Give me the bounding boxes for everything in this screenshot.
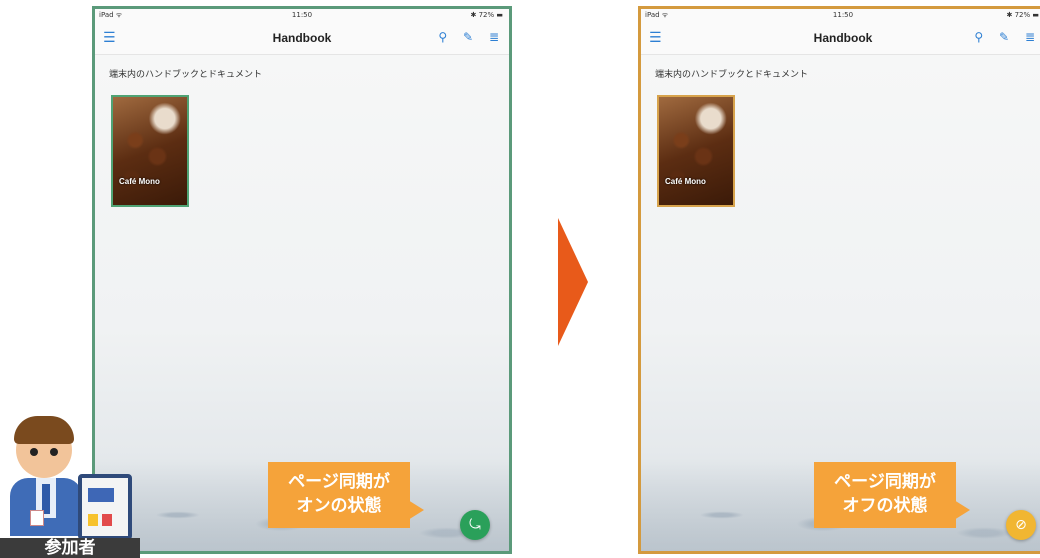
search-icon[interactable]: ⚲ — [974, 30, 983, 44]
edit-icon[interactable]: ✎ — [463, 30, 473, 44]
callout-line1: ページ同期が — [288, 472, 390, 492]
callout-sync-off: ページ同期が オフの状態 — [814, 462, 970, 528]
sync-on-icon[interactable]: ⤿ — [460, 510, 490, 540]
status-bar: iPad ᯤ 11:50 ✱ 72% ▬ — [95, 9, 509, 22]
status-battery: ✱ 72% ▬ — [1006, 11, 1040, 19]
id-badge-icon — [30, 510, 44, 526]
status-bar: iPad ᯤ 11:50 ✱ 72% ▬ — [641, 9, 1040, 22]
book-cover[interactable]: Café Mono — [111, 95, 189, 207]
edit-icon[interactable]: ✎ — [999, 30, 1009, 44]
tablet-icon — [78, 474, 132, 540]
section-title: 端末内のハンドブックとドキュメント — [109, 70, 263, 80]
callout-sync-on: ページ同期が オンの状態 — [268, 462, 424, 528]
list-icon[interactable]: ≣ — [489, 30, 499, 44]
participant-illustration: 参加者 — [0, 414, 140, 558]
tablet-content-block — [88, 488, 114, 502]
status-time: 11:50 — [291, 11, 313, 19]
sync-off-icon[interactable]: ⊘ — [1006, 510, 1036, 540]
tablet-content-block — [102, 514, 112, 526]
search-icon[interactable]: ⚲ — [438, 30, 447, 44]
list-icon[interactable]: ≣ — [1025, 30, 1035, 44]
nav-bar: ☰ Handbook ⚲ ✎ ≣ — [95, 22, 509, 55]
status-battery: ✱ 72% ▬ — [470, 11, 504, 19]
callout-line2: オフの状態 — [842, 496, 928, 516]
status-time: 11:50 — [832, 11, 854, 19]
participant-eye — [30, 448, 38, 456]
tablet-content-block — [88, 514, 98, 526]
participant-eye — [50, 448, 58, 456]
book-title: Café Mono — [665, 177, 706, 186]
callout-line2: オンの状態 — [296, 496, 382, 516]
callout-line1: ページ同期が — [834, 472, 936, 492]
participant-hair — [14, 416, 74, 444]
book-title: Café Mono — [119, 177, 160, 186]
participant-label: 参加者 — [0, 538, 140, 558]
book-cover[interactable]: Café Mono — [657, 95, 735, 207]
nav-bar: ☰ Handbook ⚲ ✎ ≣ — [641, 22, 1040, 55]
section-title: 端末内のハンドブックとドキュメント — [655, 70, 809, 80]
transition-arrow-icon — [558, 218, 588, 346]
